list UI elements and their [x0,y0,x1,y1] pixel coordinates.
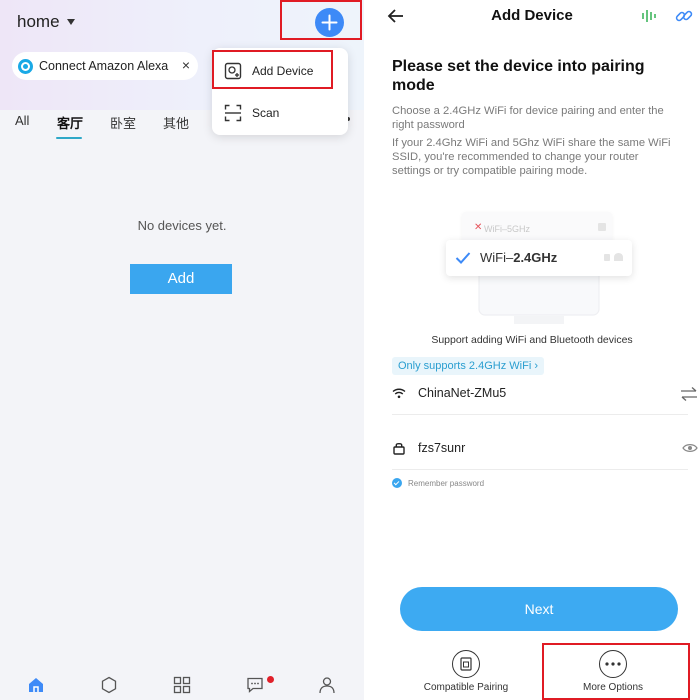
compatible-pairing-icon [452,650,480,678]
x-icon: ✕ [474,222,483,233]
bottom-nav [0,670,364,700]
wifi-name-field[interactable]: ChinaNet-ZMu5 [392,386,697,401]
tab-all[interactable]: All [15,113,29,128]
home-label: home [17,12,60,31]
sound-wave-icon[interactable] [640,7,658,25]
pairing-heading: Please set the device into pairing mode [392,58,645,94]
connect-alexa-chip[interactable]: Connect Amazon Alexa × [12,52,198,80]
only-24ghz-badge[interactable]: Only supports 2.4GHz WiFi › [392,357,544,375]
wifi-name-value: ChinaNet-ZMu5 [418,386,507,400]
home-screen: home Connect Amazon Alexa × All 客厅 卧室 其他… [0,0,364,700]
highlight-box-more-options [542,643,690,700]
check-icon [455,252,471,264]
wifi-24ghz-card: WiFi–2.4GHz [446,240,632,276]
profile-icon[interactable] [318,676,336,694]
tab-bedroom[interactable]: 卧室 [110,113,136,132]
remember-password-toggle[interactable]: Remember password [392,478,484,488]
alexa-chip-label: Connect Amazon Alexa [39,59,169,73]
divider [392,414,688,415]
next-button[interactable]: Next [400,587,678,631]
checkbox-checked-icon [392,478,402,488]
wifi-illustration: ✕ WiFi–5GHz WiFi–2.4GHz [434,210,644,330]
lock-icon [598,223,606,231]
wifi-5ghz-label: WiFi–5GHz [484,224,531,234]
tab-other[interactable]: 其他 [163,113,189,132]
support-note: Support adding WiFi and Bluetooth device… [431,334,633,346]
caret-down-icon [66,19,75,25]
wifi-signal-icon [614,253,623,261]
eye-icon[interactable] [682,443,698,453]
highlight-box-add-device [212,50,333,89]
notification-badge [267,676,274,683]
divider [392,469,688,470]
scan-icon [224,104,242,122]
message-icon[interactable] [246,676,264,694]
add-button[interactable]: Add [130,264,232,294]
wifi-icon [392,388,406,399]
home-selector[interactable]: home [17,12,75,32]
remember-label: Remember password [408,478,485,488]
empty-state-message: No devices yet. [137,218,227,233]
switch-network-icon[interactable] [680,386,698,402]
hexagon-icon[interactable] [100,676,118,694]
lock-icon [393,442,405,455]
link-icon[interactable] [674,6,694,26]
password-value: fzs7sunr [418,441,466,455]
lock-icon [604,254,610,261]
home-icon[interactable] [27,676,45,694]
compatible-pairing-label: Compatible Pairing [423,682,509,693]
password-field[interactable]: fzs7sunr [392,441,698,455]
menu-item-scan[interactable]: Scan [224,104,279,122]
wifi-24ghz-label: WiFi–2.4GHz [480,250,558,265]
grid-icon[interactable] [173,676,191,694]
active-tab-indicator [56,137,82,139]
scan-label: Scan [252,106,280,120]
add-device-screen: Add Device Please set the device into pa… [364,0,700,700]
highlight-box-plus [280,0,362,40]
wifi-instruction: Choose a 2.4GHz WiFi for device pairing … [392,105,664,131]
compatible-pairing-option[interactable]: Compatible Pairing [414,650,518,693]
tab-living-room[interactable]: 客厅 [57,113,83,132]
alexa-logo-icon [18,58,33,74]
ssid-note: If your 2.4Ghz WiFi and 5Ghz WiFi share … [392,137,671,177]
close-icon[interactable]: × [182,57,190,73]
